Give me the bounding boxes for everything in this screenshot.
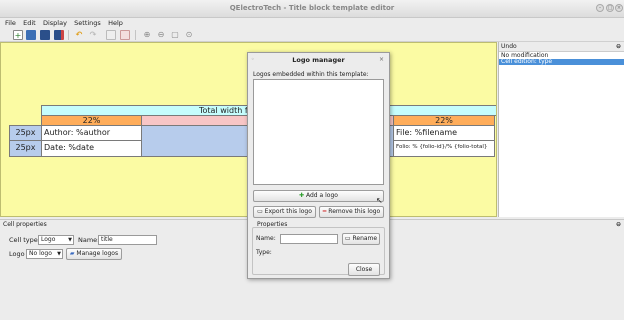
- export-icon: ▭: [257, 208, 263, 215]
- cell-type-value: Logo: [41, 236, 56, 243]
- row-height-2[interactable]: 25px: [9, 140, 42, 157]
- undo-panel-title: Undo ⊖: [499, 42, 624, 52]
- remove-logo-button[interactable]: ━ Remove this logo: [319, 206, 384, 218]
- minus-icon: ━: [322, 208, 327, 215]
- open-icon[interactable]: [26, 30, 36, 40]
- cell-date[interactable]: Date: %date: [41, 140, 142, 157]
- undo-item-selected[interactable]: Cell edition: type: [499, 59, 624, 65]
- logo-list-caption: Logos embedded within this template:: [253, 71, 369, 78]
- menu-edit[interactable]: Edit: [23, 18, 36, 28]
- toolbar: + ↶ ↷ ⊕ ⊖ ▢ ⊙: [0, 28, 624, 42]
- row-height-1[interactable]: 25px: [9, 125, 42, 141]
- logo-manager-icon: ▰: [69, 250, 75, 257]
- maximize-icon[interactable]: □: [606, 4, 614, 12]
- new-icon[interactable]: +: [13, 30, 23, 40]
- manage-logos-label: Manage logos: [76, 250, 119, 257]
- remove-logo-label: Remove this logo: [328, 208, 381, 215]
- rename-button[interactable]: ▭ Rename: [342, 233, 380, 245]
- rename-label: Rename: [352, 235, 378, 242]
- zoom-in-icon[interactable]: ⊕: [142, 30, 152, 40]
- panel-float-icon[interactable]: ⊖: [616, 42, 621, 52]
- cell-file[interactable]: File: %filename: [393, 125, 495, 141]
- dialog-title: Logo manager: [292, 56, 345, 64]
- menu-bar: File Edit Display Settings Help: [0, 18, 624, 28]
- plus-icon: ✚: [299, 192, 305, 199]
- undo-icon[interactable]: ↶: [74, 30, 84, 40]
- panel-float-icon[interactable]: ⊖: [616, 220, 621, 229]
- name-label: Name:: [78, 236, 100, 244]
- menu-display[interactable]: Display: [43, 18, 67, 28]
- menu-file[interactable]: File: [5, 18, 16, 28]
- logo-label: Logo: [9, 250, 25, 258]
- total-width-label: Total width f: [199, 106, 248, 115]
- export-logo-button[interactable]: ▭ Export this logo: [253, 206, 316, 218]
- cell-folio[interactable]: Folio: % {folio-id}/% {folio-total}: [393, 140, 495, 157]
- window-menu-icon[interactable]: ◦: [251, 56, 255, 63]
- save-icon[interactable]: [40, 30, 50, 40]
- cell-properties-label: Cell properties: [3, 221, 47, 228]
- undo-panel: Undo ⊖ No modification Cell edition: typ…: [498, 42, 624, 217]
- merge-icon[interactable]: [106, 30, 116, 40]
- redo-icon[interactable]: ↷: [88, 30, 98, 40]
- manage-logos-button[interactable]: ▰ Manage logos: [66, 248, 122, 260]
- zoom-out-icon[interactable]: ⊖: [156, 30, 166, 40]
- menu-settings[interactable]: Settings: [74, 18, 101, 28]
- close-icon[interactable]: ×: [379, 56, 384, 63]
- export-logo-label: Export this logo: [264, 208, 312, 215]
- zoom-fit-icon[interactable]: ▢: [170, 30, 180, 40]
- logo-name-input[interactable]: [280, 234, 338, 244]
- cell-type-select[interactable]: Logo ▼: [38, 235, 74, 245]
- split-icon[interactable]: [120, 30, 130, 40]
- window-title: QElectroTech - Title block template edit…: [229, 4, 395, 12]
- save-as-icon[interactable]: [54, 30, 64, 40]
- close-icon[interactable]: ×: [615, 4, 623, 12]
- cell-author[interactable]: Author: %author: [41, 125, 142, 141]
- chevron-down-icon: ▼: [57, 251, 61, 257]
- logo-list[interactable]: [253, 79, 384, 185]
- add-logo-button[interactable]: ✚ Add a logo: [253, 190, 384, 202]
- mouse-cursor-icon: ↖: [376, 196, 383, 205]
- close-button[interactable]: Close: [348, 263, 380, 276]
- rename-icon: ▭: [344, 235, 351, 242]
- undo-title-label: Undo: [501, 43, 517, 50]
- zoom-reset-icon[interactable]: ⊙: [184, 30, 194, 40]
- logo-manager-dialog: Logo manager × ◦ Logos embedded within t…: [247, 52, 390, 279]
- menu-help[interactable]: Help: [108, 18, 123, 28]
- cell-name-input[interactable]: title: [98, 235, 157, 245]
- logo-select[interactable]: No logo ▼: [26, 249, 63, 259]
- minimize-icon[interactable]: –: [596, 4, 604, 12]
- logo-type-label: Type:: [256, 249, 272, 256]
- cell-type-label: Cell type:: [9, 236, 40, 244]
- add-logo-label: Add a logo: [306, 192, 338, 199]
- logo-value: No logo: [29, 250, 52, 257]
- title-bar: QElectroTech - Title block template edit…: [0, 0, 624, 18]
- chevron-down-icon: ▼: [68, 237, 72, 243]
- logo-name-label: Name:: [256, 235, 276, 242]
